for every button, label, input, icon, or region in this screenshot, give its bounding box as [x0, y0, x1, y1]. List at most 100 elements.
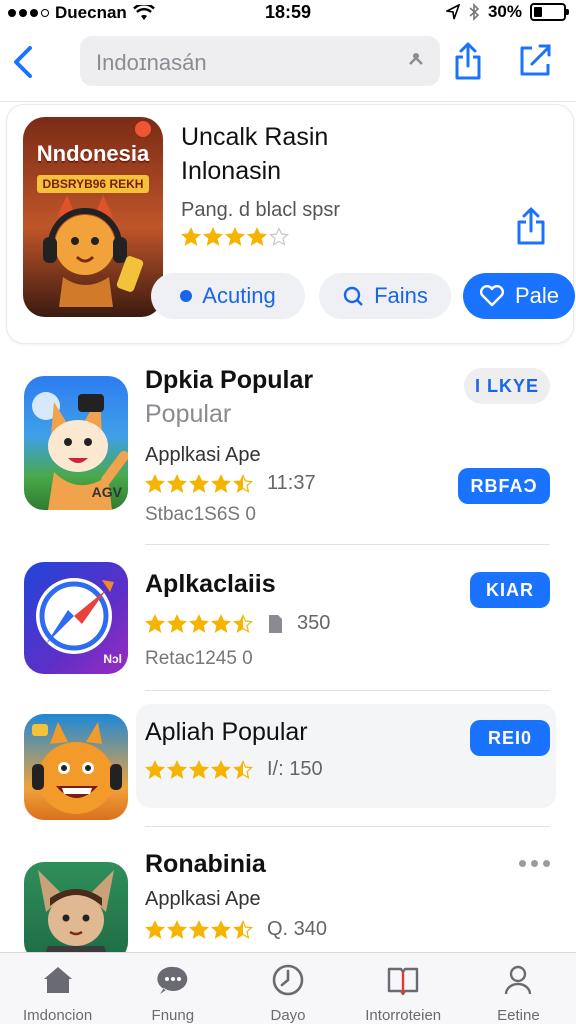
- star-icon: [247, 227, 267, 246]
- star-icon: [181, 227, 201, 246]
- share-icon[interactable]: [452, 40, 484, 82]
- app-rating: [145, 613, 253, 634]
- get-button[interactable]: KIAR: [470, 572, 550, 608]
- list-item[interactable]: Nɔl Aplkaclaiis 350 Retac1245 0 KIAR: [0, 550, 576, 691]
- chip-accounting[interactable]: Acuting: [151, 273, 305, 319]
- featured-share-icon[interactable]: [513, 205, 549, 247]
- person-icon: [505, 965, 532, 995]
- tab-chat[interactable]: Fnung: [115, 953, 230, 1024]
- search-input[interactable]: Indoɪnasán: [80, 36, 440, 86]
- star-icon: [145, 473, 165, 493]
- star-icon: [189, 919, 209, 939]
- featured-subtitle: Pang. d blacl spsr: [181, 199, 340, 221]
- featured-app-icon[interactable]: Nndonesia DBSRYB96 REKH: [23, 117, 163, 317]
- clock-icon: [272, 964, 304, 996]
- more-options-icon[interactable]: [519, 860, 550, 867]
- star-icon: [203, 227, 223, 246]
- app-meta: I/: 150: [145, 758, 323, 781]
- tab-clock[interactable]: Dayo: [230, 953, 345, 1024]
- star-icon: [211, 759, 231, 779]
- star-icon: [269, 227, 289, 246]
- star-icon: [189, 473, 209, 493]
- tab-label: Imdoncion: [22, 1007, 93, 1024]
- app-icon[interactable]: [24, 862, 128, 962]
- star-icon: [167, 613, 187, 633]
- star-icon: [167, 919, 187, 939]
- tab-label: Fnung: [151, 1007, 195, 1024]
- tab-home[interactable]: Imdoncion: [0, 953, 115, 1024]
- compose-icon[interactable]: [518, 42, 552, 78]
- chat-icon: [157, 966, 188, 994]
- tab-profile[interactable]: Eetine: [461, 953, 576, 1024]
- star-icon: [145, 613, 165, 633]
- app-icon[interactable]: Nɔl: [24, 562, 128, 674]
- get-button[interactable]: RBFAƆ: [458, 468, 550, 504]
- mascot-headphones-icon: [43, 121, 151, 307]
- tab-label: Dayo: [270, 1007, 306, 1024]
- bluetooth-icon: [469, 3, 480, 21]
- dot-icon: [180, 290, 193, 302]
- star-icon: [189, 613, 209, 633]
- divider: [145, 690, 550, 691]
- chip-accounting-label: Acuting: [202, 283, 276, 308]
- chip-fans[interactable]: Fains: [319, 273, 451, 319]
- chip-fave-label: Pale: [514, 283, 560, 308]
- character-icon: [38, 870, 114, 962]
- list-item[interactable]: Apliah Popular I/: 150 REI0: [0, 700, 576, 828]
- divider: [145, 826, 550, 827]
- chip-fave[interactable]: Pale: [463, 273, 575, 319]
- star-icon: [145, 759, 165, 779]
- tab-label: Intorroteien: [365, 1007, 442, 1024]
- app-icon[interactable]: AGV: [24, 376, 128, 510]
- back-chevron-icon[interactable]: [8, 42, 38, 82]
- book-icon: [388, 967, 419, 996]
- app-meta-text: 350: [297, 612, 331, 634]
- app-name: Aplkaclaiis: [145, 570, 276, 598]
- get-button[interactable]: REI0: [470, 720, 550, 756]
- app-meta-text: 11:37: [267, 472, 316, 494]
- star-icon: [145, 919, 165, 939]
- app-icon[interactable]: [24, 714, 128, 820]
- star-icon: [167, 473, 187, 493]
- star-icon: [211, 919, 231, 939]
- tab-book[interactable]: Intorroteien: [346, 953, 461, 1024]
- star-icon: [233, 473, 253, 493]
- app-rating: [145, 919, 253, 940]
- like-button[interactable]: I LKYE: [464, 368, 550, 404]
- divider: [145, 544, 550, 545]
- file-icon: [269, 614, 282, 633]
- mic-icon[interactable]: [406, 50, 426, 70]
- app-icon-badge: AGV: [91, 484, 122, 500]
- battery-fill: [534, 7, 543, 17]
- nav-bar: Indoɪnasán: [0, 30, 576, 102]
- app-meta-text: I/: 150: [267, 758, 323, 780]
- location-arrow-icon: [445, 4, 460, 20]
- smiling-mascot-icon: [32, 722, 122, 814]
- star-icon: [211, 473, 231, 493]
- tab-bar: Imdoncion Fnung Dayo Intorroteien Eetine: [0, 952, 576, 1024]
- star-icon: [167, 759, 187, 779]
- app-category: Applkasi Ape: [145, 444, 261, 466]
- app-name: Apliah Popular: [145, 718, 308, 746]
- search-text: Indoɪnasán: [96, 50, 207, 75]
- star-icon: [233, 613, 253, 633]
- app-icon-badge: Nɔl: [103, 652, 122, 666]
- star-icon: [233, 919, 253, 939]
- app-name: Ronabinia: [145, 850, 266, 878]
- app-meta-text: Q. 340: [267, 918, 328, 940]
- featured-card[interactable]: Nndonesia DBSRYB96 REKH Uncalk Rasin Inl…: [6, 104, 575, 344]
- list-item[interactable]: AGV Dpkia Popular Popular Applkasi Ape 1…: [0, 360, 576, 545]
- heart-icon: [479, 285, 504, 307]
- app-rating: [145, 473, 253, 494]
- app-rating: [145, 759, 253, 780]
- app-meta: Q. 340: [145, 918, 327, 941]
- app-subname: Popular: [145, 400, 232, 428]
- app-name: Dpkia Popular: [145, 366, 314, 394]
- list-item[interactable]: Ronabinia Applkasi Ape Q. 340: [0, 838, 576, 962]
- app-secondary: Stbac1S6S 0: [145, 504, 256, 525]
- app-category: Applkasi Ape: [145, 888, 261, 910]
- search-icon: [343, 286, 363, 306]
- star-icon: [211, 613, 231, 633]
- featured-title-line1: Uncalk Rasin: [181, 123, 329, 151]
- chip-fans-label: Fains: [374, 283, 428, 308]
